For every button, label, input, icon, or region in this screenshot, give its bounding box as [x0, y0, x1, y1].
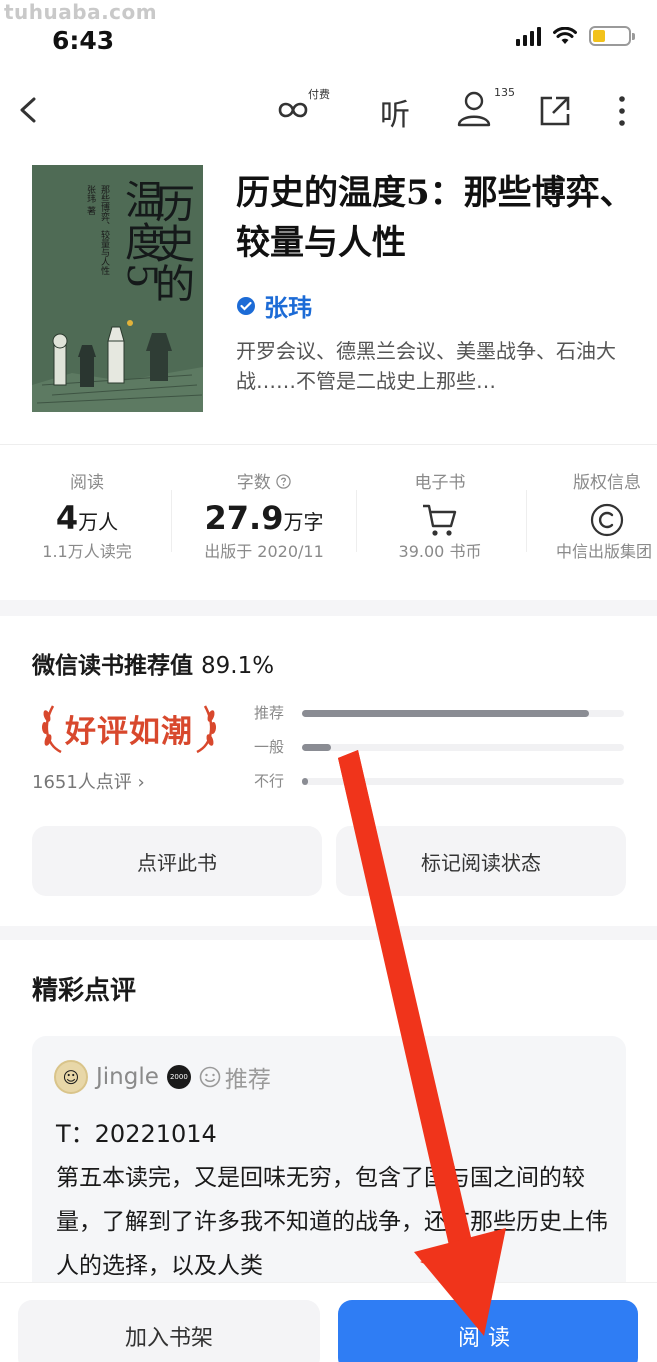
review-date: T：20221014: [56, 1120, 217, 1148]
stat-copyright[interactable]: 版权信息 中信出版集团: [540, 470, 657, 564]
review-book-button[interactable]: 点评此书: [32, 826, 322, 896]
divider: [171, 490, 172, 552]
copyright-icon: [540, 496, 657, 540]
verified-icon: [237, 296, 255, 315]
stat-label: 版权信息: [573, 473, 641, 493]
book-description[interactable]: 开罗会议、德黑兰会议、美墨战争、石油大战……不管是二战史上那些…: [236, 336, 634, 396]
stat-sub: 出版于 2020/11: [204, 542, 324, 561]
rating-bar-recommend: 推荐: [254, 702, 626, 724]
review-count-link[interactable]: 1651人点评 ›: [32, 768, 145, 794]
stat-sub: 39.00 书币: [398, 542, 482, 561]
section-gap: [0, 926, 657, 940]
followers-button[interactable]: 135: [456, 86, 515, 128]
stat-value: 4万人: [55, 499, 119, 537]
laurel-left-icon: [41, 705, 62, 754]
cart-icon: [368, 496, 512, 540]
review-user[interactable]: Jingle: [96, 1064, 159, 1090]
stat-reading[interactable]: 阅读 4万人 1.1万人读完: [20, 470, 154, 564]
review-card[interactable]: ☺ Jingle 2000 推荐 T：20221014 第五本读完，又是回味无穷…: [32, 1036, 626, 1316]
laurel-right-icon: [196, 705, 217, 754]
read-button[interactable]: 阅读: [338, 1300, 638, 1362]
stat-ebook[interactable]: 电子书 39.00 书币: [368, 470, 512, 564]
stat-words[interactable]: 字数 27.9万字 出版于 2020/11: [180, 470, 348, 564]
review-tag: 推荐: [199, 1060, 271, 1094]
rating-bar-average: 一般: [254, 736, 626, 758]
smile-icon: [199, 1066, 221, 1088]
back-icon[interactable]: [10, 90, 50, 130]
stat-value: 27.9万字: [204, 499, 324, 537]
paid-infinity-button[interactable]: 付费: [278, 88, 330, 128]
cover-author: 张玮 著: [85, 185, 95, 215]
status-icons: [516, 26, 635, 46]
stat-label: 电子书: [414, 473, 466, 493]
stat-label: 阅读: [70, 473, 104, 493]
status-time: 6:43: [52, 26, 115, 55]
rating-bar-poor: 不行: [254, 770, 626, 792]
add-to-shelf-button[interactable]: 加入书架: [18, 1300, 320, 1362]
cover-subtitle: 那些博弈、较量与人性: [99, 185, 109, 275]
battery-icon: [589, 26, 635, 46]
cover-chess-illustration: [32, 320, 203, 412]
book-title: 历史的温度5：那些博弈、较量与人性: [236, 173, 634, 263]
reviews-section-title: 精彩点评: [32, 976, 137, 1006]
stat-label: 字数: [180, 470, 348, 496]
top-nav: 付费 听 135: [0, 82, 657, 140]
recommend-title: 微信读书推荐值 89.1%: [32, 653, 275, 679]
signal-icon: [516, 26, 541, 46]
stat-sub: 1.1万人读完: [42, 542, 132, 561]
author-name: 张玮: [264, 294, 312, 322]
section-gap: [0, 600, 657, 616]
avatar[interactable]: ☺: [54, 1060, 88, 1094]
book-stats: 阅读 4万人 1.1万人读完 字数 27.9万字 出版于 2020/11 电子书…: [0, 470, 657, 580]
level-badge: 2000: [166, 1065, 191, 1089]
share-icon[interactable]: [538, 94, 572, 128]
review-text: 第五本读完，又是回味无穷，包含了国与国之间的较量，了解到了许多我不知道的战争，还…: [56, 1165, 608, 1279]
more-icon[interactable]: [612, 94, 632, 128]
divider: [526, 490, 527, 552]
divider: [356, 490, 357, 552]
chevron-right-icon: ›: [131, 772, 145, 793]
rating-badge: 好评如潮: [32, 700, 226, 756]
divider: [0, 444, 657, 445]
watermark: tuhuaba.com: [4, 0, 158, 24]
badge-text: 好评如潮: [65, 713, 193, 750]
stat-sub: 中信出版集团: [556, 542, 653, 561]
author-link[interactable]: 张玮: [236, 288, 312, 323]
wifi-icon: [553, 27, 577, 44]
person-icon: [457, 91, 491, 127]
infinity-icon: [278, 102, 308, 118]
cover-title-line1: 历史的: [148, 183, 194, 303]
mark-read-status-button[interactable]: 标记阅读状态: [336, 826, 626, 896]
follower-count: 135: [494, 86, 515, 99]
book-cover[interactable]: 那些博弈、较量与人性 张玮 著 温度5 历史的: [32, 165, 203, 412]
paid-label: 付费: [308, 88, 330, 101]
listen-button[interactable]: 听: [380, 90, 410, 134]
help-icon: [276, 474, 291, 489]
